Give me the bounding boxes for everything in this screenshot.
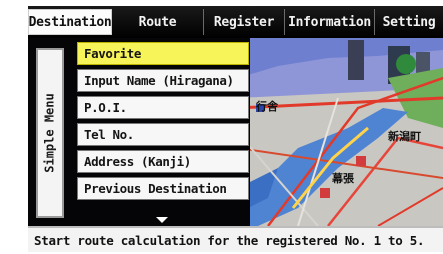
map-label-makuhari: 幕張	[332, 172, 354, 185]
menu-item-favorite[interactable]: Favorite	[77, 42, 249, 65]
tab-destination[interactable]: Destination	[28, 9, 112, 35]
navigation-screen: Destination Route Register Information S…	[28, 6, 443, 252]
menu-item-input-name-hiragana[interactable]: Input Name (Hiragana)	[77, 69, 249, 92]
tab-setting[interactable]: Setting	[375, 9, 443, 35]
destination-menu-list: Favorite Input Name (Hiragana) P.O.I. Te…	[77, 42, 249, 204]
status-text: Start route calculation for the register…	[34, 232, 425, 248]
map-label-gyosha: 行舎	[256, 100, 278, 113]
map-view[interactable]: 新潟町 行舎 幕張	[238, 38, 443, 226]
simple-menu-label: Simple Menu	[43, 93, 58, 173]
destination-menu-panel: Simple Menu Favorite Input Name (Hiragan…	[28, 38, 250, 226]
main-tab-bar: Destination Route Register Information S…	[28, 6, 443, 38]
menu-item-address-kanji[interactable]: Address (Kanji)	[77, 150, 249, 173]
chevron-down-icon[interactable]	[156, 217, 168, 223]
tab-route[interactable]: Route	[112, 9, 204, 35]
status-bar: Start route calculation for the register…	[28, 226, 443, 252]
menu-item-poi[interactable]: P.O.I.	[77, 96, 249, 119]
simple-menu-tab[interactable]: Simple Menu	[36, 48, 64, 218]
tab-register[interactable]: Register	[204, 9, 285, 35]
tab-information[interactable]: Information	[285, 9, 375, 35]
menu-item-tel-no[interactable]: Tel No.	[77, 123, 249, 146]
map-label-niigata: 新潟町	[388, 130, 421, 143]
menu-item-previous-destination[interactable]: Previous Destination	[77, 177, 249, 200]
